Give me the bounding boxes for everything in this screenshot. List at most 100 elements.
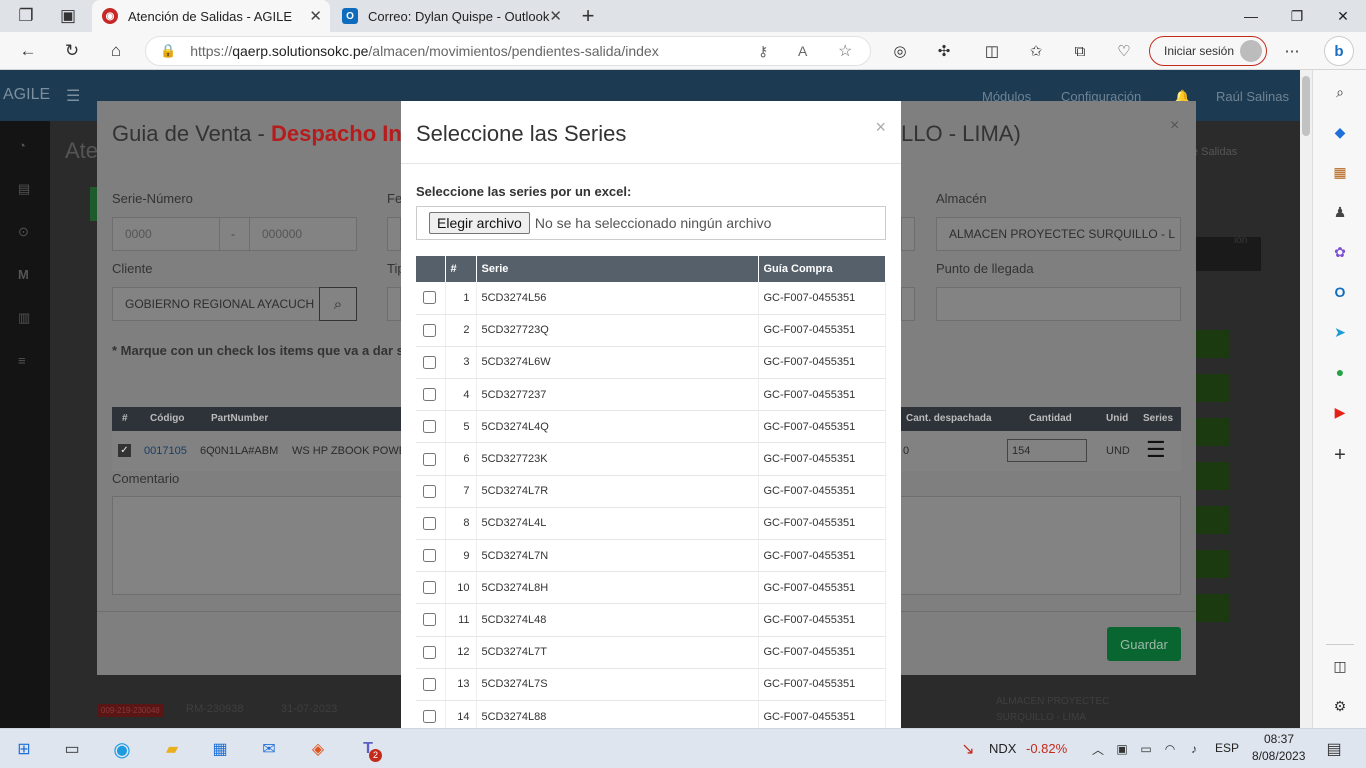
clock-date[interactable]: 8/08/2023 [1252,749,1305,763]
whatsapp-icon[interactable]: ● [1330,362,1350,382]
shopping-tag-icon[interactable]: ◆ [1330,122,1350,142]
outlook-icon[interactable]: O [1330,282,1350,302]
dashboard-icon[interactable]: ◔ [18,138,26,153]
serie-checkbox[interactable] [423,323,436,337]
almacen-select[interactable]: ALMACEN PROYECTEC SURQUILLO - L [936,217,1181,251]
item-checkbox[interactable]: ✓ [118,444,131,457]
serie-checkbox[interactable] [423,452,436,466]
close-window-icon[interactable]: ✕ [1320,0,1366,32]
minimize-icon[interactable]: — [1228,0,1274,32]
table-row[interactable]: 9 5CD3274L7N GC-F007-0455351 [416,539,886,573]
close-tab-icon[interactable]: ✕ [549,7,562,25]
split-screen-icon[interactable]: ◫ [978,37,1006,65]
serie-checkbox[interactable] [423,581,436,595]
table-row[interactable]: 3 5CD3274L6W GC-F007-0455351 [416,346,886,380]
numero-input[interactable]: 000000 [249,217,357,251]
serie-checkbox[interactable] [423,420,436,434]
add-icon[interactable]: + [1330,444,1350,466]
battery-icon[interactable]: ▭ [1134,737,1158,761]
refresh-icon[interactable]: ↻ [58,37,86,65]
serie-checkbox[interactable] [423,549,436,563]
table-row[interactable]: 14 5CD3274L88 GC-F007-0455351 [416,700,886,728]
search-cliente-icon[interactable]: ⌕ [319,287,357,321]
series-menu-icon[interactable]: ☰ [1146,437,1166,463]
workspaces-icon[interactable]: ❐ [12,2,40,30]
chevron-up-icon[interactable]: ︿ [1086,737,1110,761]
youtube-icon[interactable]: ▶ [1330,402,1350,422]
serie-checkbox[interactable] [423,677,436,691]
book-icon[interactable]: ▤ [18,181,30,197]
send-icon[interactable]: ➤ [1330,322,1350,342]
serie-checkbox[interactable] [423,291,436,305]
table-row[interactable]: 13 5CD3274L7S GC-F007-0455351 [416,668,886,701]
table-row[interactable]: 11 5CD3274L48 GC-F007-0455351 [416,603,886,637]
volume-icon[interactable]: ♪ [1182,737,1206,761]
browser-essentials-icon[interactable]: ♡ [1110,37,1138,65]
task-view-icon[interactable]: ▭ [60,737,84,761]
mail-icon[interactable]: ✉ [257,737,281,761]
serie-checkbox[interactable] [423,484,436,498]
page-scrollbar[interactable] [1300,70,1312,728]
new-tab-icon[interactable]: + [574,2,602,30]
location-icon[interactable]: ⊙ [18,224,29,240]
list-icon[interactable]: ≡ [18,353,26,368]
table-row[interactable]: 1 5CD3274L56 GC-F007-0455351 [416,282,886,315]
table-row[interactable]: 2 5CD327723Q GC-F007-0455351 [416,314,886,347]
serie-checkbox[interactable] [423,645,436,659]
settings-gear-icon[interactable]: ⚙ [1330,696,1350,716]
tab-outlook[interactable]: O Correo: Dylan Quispe - Outlook ✕ [332,0,570,32]
table-row[interactable]: 12 5CD3274L7T GC-F007-0455351 [416,636,886,669]
language-indicator[interactable]: ESP [1215,741,1239,755]
nav-user[interactable]: Raúl Salinas [1216,89,1289,104]
windows-start-icon[interactable]: ⊞ [12,737,36,761]
back-icon[interactable]: ← [14,37,42,65]
copilot-icon[interactable]: ✿ [1330,242,1350,262]
extensions-icon[interactable]: ✣ [930,37,958,65]
file-explorer-icon[interactable]: ▰ [160,737,184,761]
serie-checkbox[interactable] [423,710,436,724]
sidebar-panel-icon[interactable]: ◫ [1330,656,1350,676]
llegada-input[interactable] [936,287,1181,321]
restore-icon[interactable]: ❐ [1274,0,1320,32]
table-row[interactable]: 6 5CD327723K GC-F007-0455351 [416,442,886,476]
fecha-input[interactable] [387,217,401,251]
choose-file-button[interactable]: Elegir archivo [429,212,530,234]
serie-checkbox[interactable] [423,355,436,369]
notifications-icon[interactable]: ▤ [1322,737,1346,761]
serie-checkbox[interactable] [423,388,436,402]
store-icon[interactable]: ▦ [208,737,232,761]
edge-taskbar-icon[interactable]: ◉ [110,737,134,761]
search-icon[interactable]: ⌕ [1330,82,1350,102]
address-input[interactable]: 🔒 https://qaerp.solutionsokc.pe/almacen/… [145,36,871,66]
home-icon[interactable]: ⌂ [102,37,130,65]
read-aloud-icon[interactable]: A [798,43,807,59]
guide-close-icon[interactable]: × [1170,117,1179,135]
table-row[interactable]: 7 5CD3274L7R GC-F007-0455351 [416,475,886,508]
module-m-icon[interactable]: M [18,267,29,282]
item-codigo-link[interactable]: 0017105 [144,445,187,457]
menu-toggle-icon[interactable]: ☰ [66,86,80,106]
series-close-icon[interactable]: × [875,117,886,138]
favorites-icon[interactable]: ✩ [1022,37,1050,65]
wifi-icon[interactable]: ◠ [1158,737,1182,761]
brave-icon[interactable]: ◈ [306,737,330,761]
tab-atencion-salidas[interactable]: ◉ Atención de Salidas - AGILE ✕ [92,0,330,32]
serie-checkbox[interactable] [423,613,436,627]
file-input[interactable]: Elegir archivo No se ha seleccionado nin… [416,206,886,240]
key-icon[interactable]: ⚷ [758,43,768,60]
chart-icon[interactable]: ▥ [18,310,30,326]
bing-copilot-icon[interactable]: b [1324,36,1354,66]
ticker-name[interactable]: NDX [989,741,1016,756]
guardar-button[interactable]: Guardar [1107,627,1181,661]
favorite-star-icon[interactable]: ☆ [838,41,852,61]
table-row[interactable]: 10 5CD3274L8H GC-F007-0455351 [416,571,886,605]
serie-input[interactable]: 0000 [112,217,220,251]
clock-time[interactable]: 08:37 [1264,732,1294,746]
table-row[interactable]: 4 5CD3277237 GC-F007-0455351 [416,378,886,412]
tray-device-icon[interactable]: ▣ [1110,737,1134,761]
cliente-input[interactable]: GOBIERNO REGIONAL AYACUCH [112,287,320,321]
table-row[interactable]: 8 5CD3274L4L GC-F007-0455351 [416,507,886,541]
item-cantidad-input[interactable]: 154 [1007,439,1087,462]
more-menu-icon[interactable]: ⋯ [1278,37,1306,65]
serie-checkbox[interactable] [423,516,436,530]
